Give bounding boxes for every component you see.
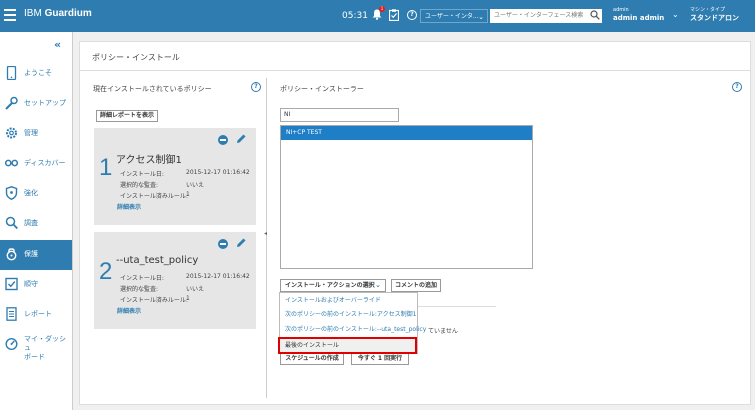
dropdown-item-install-before-2[interactable]: 次のポリシーの前のインストール:--uta_test_policy bbox=[280, 322, 426, 337]
pencil-icon[interactable] bbox=[235, 237, 247, 249]
field-label: 選択的な監査: bbox=[120, 286, 159, 293]
sidebar-item-label: 強化 bbox=[24, 189, 38, 197]
pencil-icon[interactable] bbox=[235, 133, 247, 145]
policy-order: 1 bbox=[99, 154, 113, 181]
sidebar-item-label: 管理 bbox=[24, 129, 38, 137]
install-action-select[interactable]: インストール・アクションの選択 ⌄ bbox=[280, 279, 386, 292]
brand-logo: IBM Guardium bbox=[24, 8, 92, 19]
list-item[interactable]: NI+CP TEST bbox=[281, 126, 532, 140]
installed-policy-card: 1 アクセス制御1 インストール日: 2015-12-17 01:16:42 選… bbox=[94, 128, 256, 225]
sidebar-item-comply[interactable]: 順守 bbox=[0, 270, 72, 300]
field-label: 選択的な監査: bbox=[120, 182, 159, 189]
scope-select[interactable]: ユーザー・インタ... ⌄ bbox=[420, 9, 488, 23]
policy-name: アクセス制御1 bbox=[116, 155, 182, 166]
top-bar: IBM Guardium 05:31 1 ? ユーザー・インタ...⌄ admi… bbox=[0, 0, 755, 32]
installed-date: 2015-12-17 01:16:42 bbox=[186, 169, 250, 176]
chevron-down-icon: ⌄ bbox=[375, 281, 381, 289]
machine-type-value: スタンドアロン bbox=[690, 14, 739, 22]
policy-order: 2 bbox=[99, 258, 113, 285]
glasses-icon bbox=[5, 159, 18, 167]
policy-filter-input[interactable]: NI bbox=[280, 108, 399, 122]
clock: 05:31 bbox=[342, 11, 368, 21]
alert-count-badge: 1 bbox=[379, 6, 385, 12]
installed-policies-title: 現在インストールされているポリシー bbox=[93, 85, 212, 93]
sidebar-item-harden[interactable]: 強化 bbox=[0, 179, 72, 209]
selective-audit-value: いいえ bbox=[186, 182, 205, 189]
user-name: admin admin bbox=[613, 14, 665, 22]
sidebar-item-label: ようこそ bbox=[24, 69, 52, 77]
chevron-down-icon[interactable]: ⌄ bbox=[672, 10, 679, 19]
wrench-icon bbox=[5, 96, 18, 110]
chevron-down-icon: ⌄ bbox=[478, 13, 484, 21]
shield-icon bbox=[5, 186, 18, 200]
add-comment-button[interactable]: コメントの追加 bbox=[391, 279, 441, 292]
sidebar-item-label: レポート bbox=[24, 310, 52, 318]
document-icon bbox=[6, 307, 17, 321]
dropdown-item-install-override[interactable]: インストールおよびオーバーライド bbox=[280, 293, 418, 308]
field-label: インストール日: bbox=[120, 171, 164, 178]
status-text: ていません bbox=[428, 328, 458, 335]
collapse-sidebar-icon[interactable]: « bbox=[54, 38, 61, 51]
installed-policy-card: 2 --uta_test_policy インストール日: 2015-12-17 … bbox=[94, 232, 256, 329]
remove-policy-icon[interactable] bbox=[218, 135, 228, 145]
lock-icon bbox=[6, 248, 17, 261]
field-label: インストール日: bbox=[120, 275, 164, 282]
sidebar-item-label: セットアップ bbox=[24, 99, 66, 107]
sidebar-item-label: 調査 bbox=[24, 219, 38, 227]
search-icon[interactable] bbox=[590, 10, 600, 20]
policy-installer-title: ポリシー・インストーラー bbox=[280, 85, 364, 93]
machine-type: マシン・タイプ スタンドアロン bbox=[690, 7, 739, 23]
help-icon[interactable]: ? bbox=[251, 82, 261, 92]
install-action-dropdown: インストールおよびオーバーライド 次のポリシーの前のインストール:アクセス制御1… bbox=[278, 292, 426, 354]
clipboard-icon[interactable] bbox=[389, 9, 399, 21]
gear-icon bbox=[6, 127, 17, 139]
sidebar-item-protect[interactable]: 保護 bbox=[0, 240, 72, 270]
user-menu[interactable]: admin admin admin bbox=[613, 7, 664, 23]
dropdown-item-install-last[interactable]: 最後のインストール bbox=[278, 337, 417, 354]
field-label: インストール済みルール: bbox=[120, 193, 188, 200]
field-label: インストール済みルール: bbox=[120, 297, 188, 304]
search-icon bbox=[5, 216, 18, 230]
installed-policies-pane: 現在インストールされているポリシー ? 詳細レポートを表示 1 アクセス制御1 … bbox=[89, 78, 269, 388]
installed-rules-value: 1 bbox=[186, 191, 190, 198]
show-details-link[interactable]: 詳細表示 bbox=[117, 202, 141, 211]
sidebar-item-manage[interactable]: 管理 bbox=[0, 119, 72, 149]
sidebar-item-discover[interactable]: ディスカバー bbox=[0, 149, 72, 179]
pane-splitter[interactable] bbox=[266, 78, 267, 398]
sidebar: « ようこそ セットアップ 管理 ディスカバー 強化 調査 保護 順守 レポート… bbox=[0, 32, 73, 410]
sidebar-item-setup[interactable]: セットアップ bbox=[0, 89, 72, 119]
checkbox-icon bbox=[5, 277, 18, 291]
menu-icon[interactable] bbox=[4, 9, 16, 24]
divider bbox=[80, 70, 750, 71]
chevron-left-icon[interactable]: ◂ bbox=[264, 230, 267, 237]
sidebar-item-reports[interactable]: レポート bbox=[0, 300, 72, 330]
dropdown-item-install-before-1[interactable]: 次のポリシーの前のインストール:アクセス制御1 bbox=[280, 307, 418, 322]
installed-date: 2015-12-17 01:16:42 bbox=[186, 273, 250, 280]
help-icon[interactable]: ? bbox=[732, 82, 742, 92]
sidebar-item-label: ディスカバー bbox=[24, 159, 66, 167]
policy-list[interactable]: NI+CP TEST bbox=[280, 125, 533, 269]
installed-rules-value: 1 bbox=[186, 295, 190, 302]
dashboard-icon bbox=[5, 337, 18, 351]
ui-search-input[interactable] bbox=[490, 9, 602, 23]
sidebar-item-welcome[interactable]: ようこそ bbox=[0, 59, 72, 89]
show-details-link[interactable]: 詳細表示 bbox=[117, 306, 141, 315]
sidebar-item-label: 順守 bbox=[24, 280, 38, 288]
help-icon[interactable]: ? bbox=[407, 10, 417, 20]
page-title: ポリシー・インストール bbox=[92, 53, 180, 62]
tablet-icon bbox=[6, 66, 17, 80]
sidebar-item-investigate[interactable]: 調査 bbox=[0, 209, 72, 239]
detail-report-button[interactable]: 詳細レポートを表示 bbox=[96, 110, 158, 122]
remove-policy-icon[interactable] bbox=[218, 239, 228, 249]
policy-name: --uta_test_policy bbox=[116, 255, 199, 266]
selective-audit-value: いいえ bbox=[186, 286, 205, 293]
sidebar-item-label: 保護 bbox=[24, 250, 38, 258]
sidebar-item-label: マイ・ダッシュ ボード bbox=[24, 335, 66, 361]
sidebar-item-my-dashboards[interactable]: マイ・ダッシュ ボード bbox=[0, 330, 72, 361]
